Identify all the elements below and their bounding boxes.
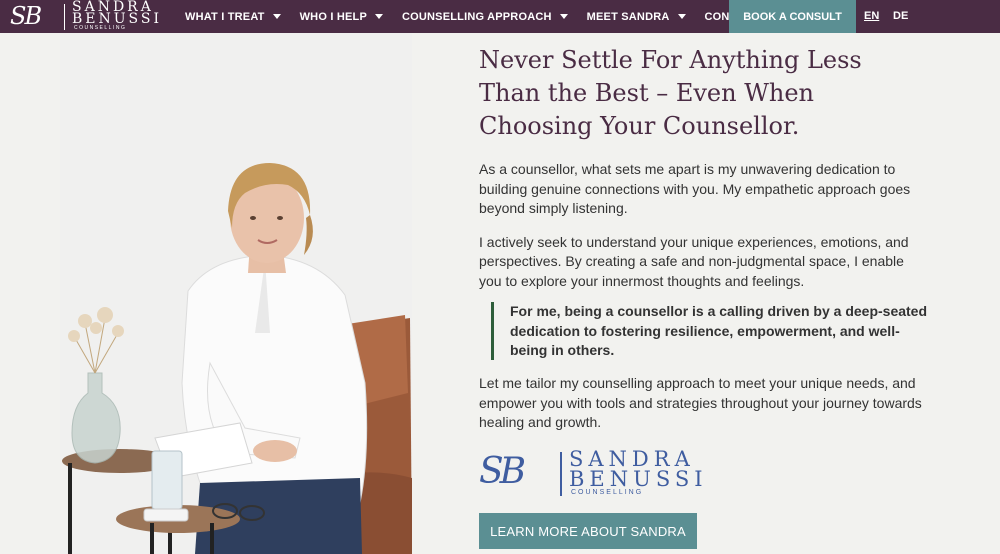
learn-more-button[interactable]: LEARN MORE ABOUT SANDRA [479,513,697,549]
language-de-link[interactable]: DE [893,10,908,22]
language-en-link[interactable]: EN [864,10,879,22]
intro-paragraph-1: As a counsellor, what sets me apart is m… [479,161,911,216]
nav-item-label: WHAT I TREAT [185,10,265,23]
book-consult-button[interactable]: BOOK A CONSULT [729,0,856,33]
logo-divider [64,4,65,30]
signature-name-last: BENUSSI [569,467,708,491]
chevron-down-icon [677,14,686,19]
signature-tagline: COUNSELLING [571,489,644,496]
portrait-illustration [60,33,412,554]
closing-paragraph: Let me tailor my counselling approach to… [479,375,922,430]
site-logo[interactable]: SB SANDRA BENUSSI COUNSELLING [8,0,168,33]
chevron-down-icon [374,14,383,19]
top-nav: SB SANDRA BENUSSI COUNSELLING WHAT I TRE… [0,0,1000,33]
logo-monogram: SB [10,2,42,30]
signature-monogram: SB [479,451,526,492]
chevron-down-icon [559,14,568,19]
main-menu: WHAT I TREAT WHO I HELP COUNSELLING APPR… [185,0,778,33]
intro-paragraph-2: I actively seek to understand your uniqu… [479,233,909,289]
nav-item-label: COUNSELLING APPROACH [401,10,552,23]
nav-item-what-i-treat[interactable]: WHAT I TREAT [185,11,281,23]
signature-divider [560,452,562,496]
nav-item-counselling-approach[interactable]: COUNSELLING APPROACH [402,11,568,23]
logo-name-last: BENUSSI [72,11,163,27]
page-title: Never Settle For Anything Less Than the … [479,46,862,140]
nav-item-label: MEET SANDRA [586,10,670,23]
nav-item-who-i-help[interactable]: WHO I HELP [300,11,383,23]
logo-tagline: COUNSELLING [74,25,127,31]
nav-item-meet-sandra[interactable]: MEET SANDRA [587,11,686,23]
chevron-down-icon [272,14,281,19]
nav-item-label: WHO I HELP [299,10,367,23]
portrait-photo [60,33,412,554]
signature-logo: SB SANDRA BENUSSI COUNSELLING [479,448,719,498]
pull-quote: For me, being a counsellor is a calling … [491,302,927,360]
intro-section: Never Settle For Anything Less Than the … [479,44,939,433]
